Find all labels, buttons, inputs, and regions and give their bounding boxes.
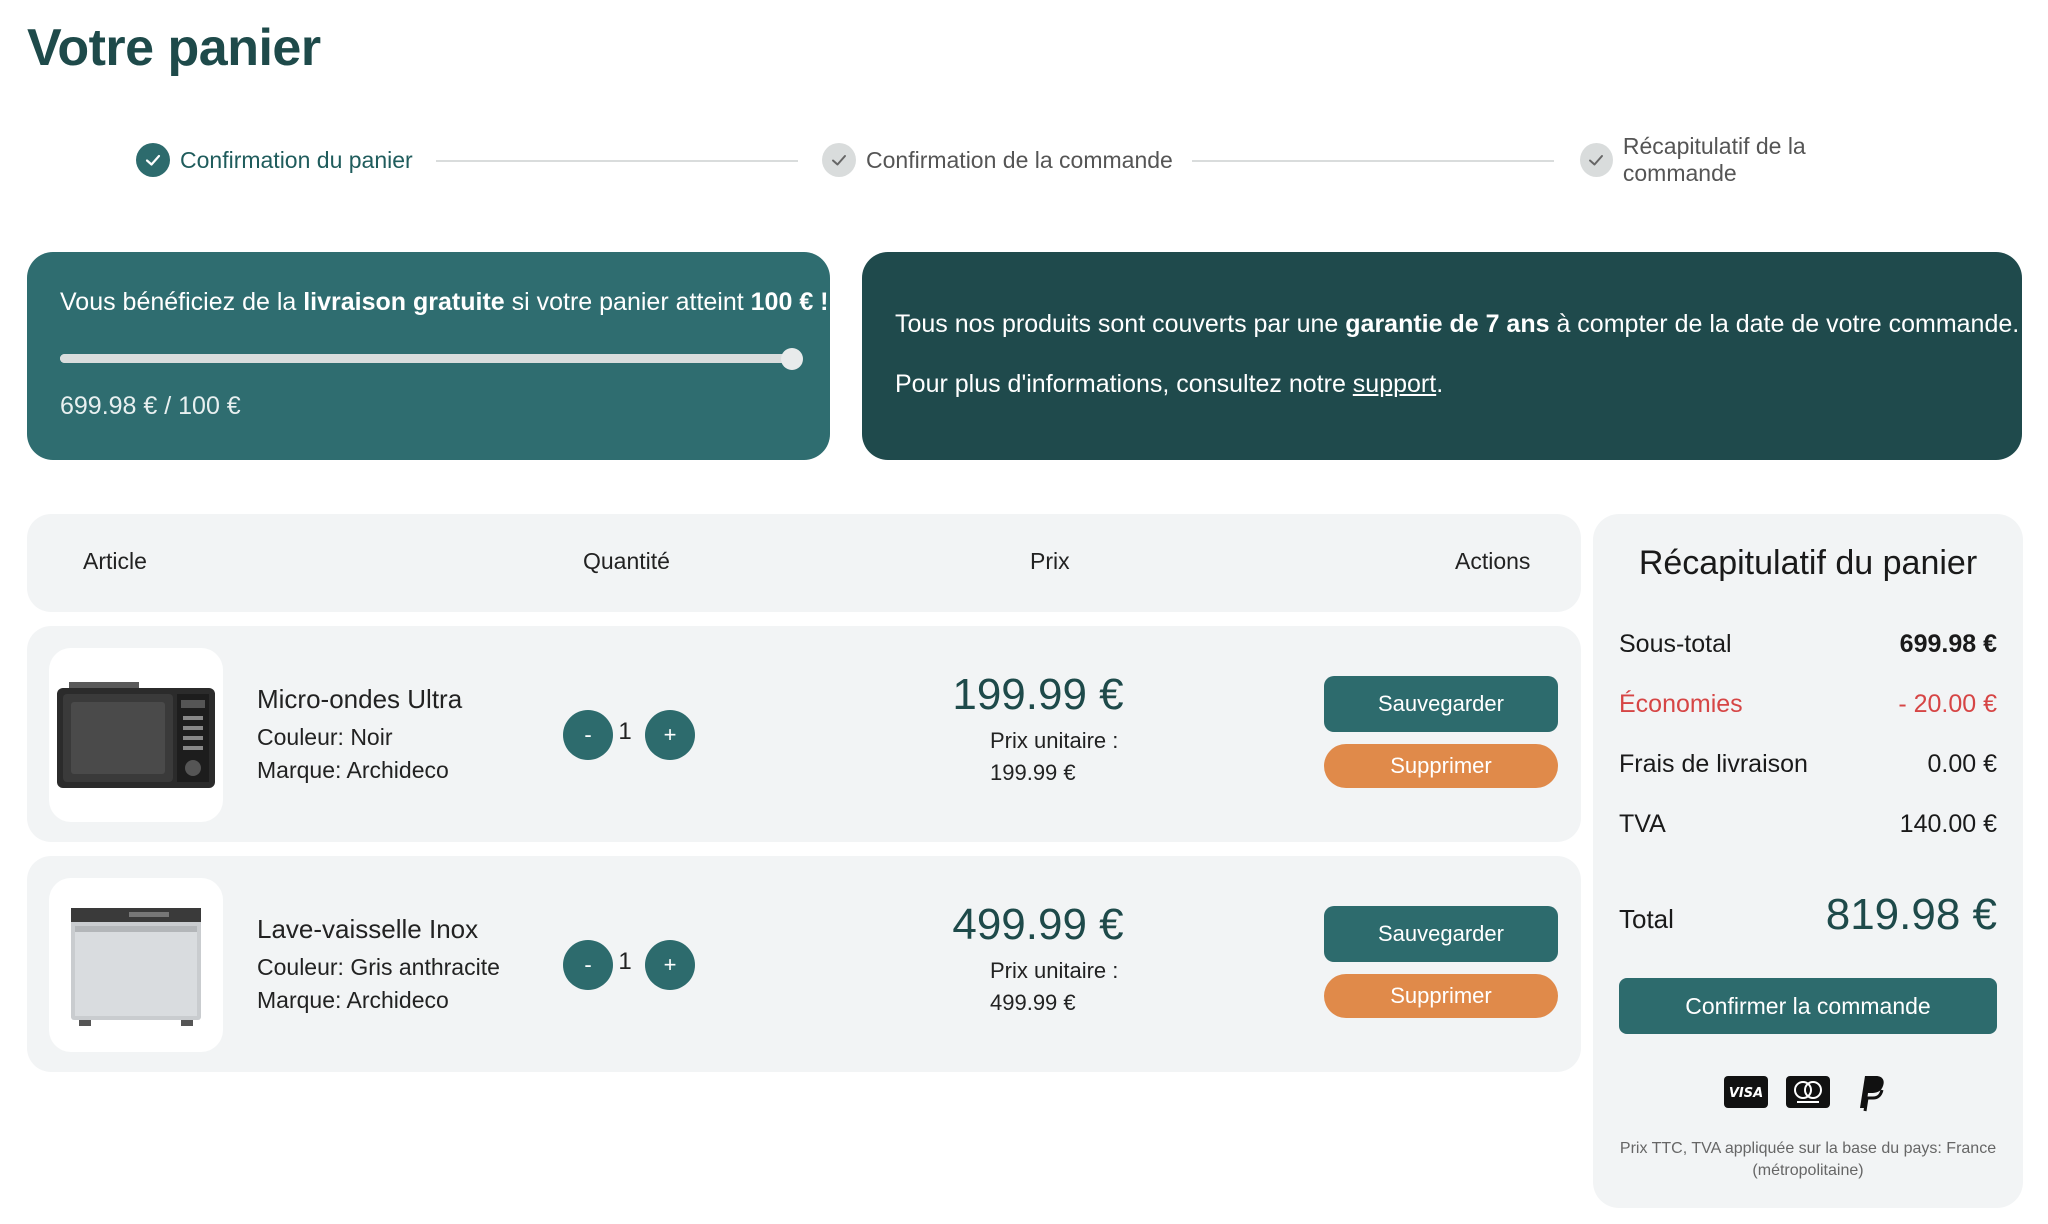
message-text: si votre panier atteint [504,288,751,316]
progress-knob [781,348,803,370]
warranty-message: Tous nos produits sont couverts par une … [895,310,2019,339]
summary-shipping: Frais de livraison 0.00 € [1619,750,1997,779]
savings-value: - 20.00 € [1898,690,1997,718]
payment-methods: VISA [1593,1074,2023,1112]
tax-note: Prix TTC, TVA appliquée sur la base du p… [1619,1140,1997,1179]
support-link[interactable]: support [1353,370,1436,398]
step-connector [436,160,798,162]
check-icon [1580,143,1613,177]
increase-quantity-button[interactable]: + [645,940,695,990]
message-text: à compter de la date de votre commande. [1549,310,2020,338]
product-brand: Marque: Archideco [257,757,449,783]
step-label: Confirmation du panier [180,146,413,173]
unit-price-label: Prix unitaire : [990,728,1119,753]
message-text: Pour plus d'informations, consultez notr… [895,370,1353,398]
product-name: Micro-ondes Ultra [257,684,463,714]
free-shipping-banner: Vous bénéficiez de la livraison gratuite… [27,252,830,460]
cart-row: Micro-ondes Ultra Couleur: Noir Marque: … [27,626,1581,842]
product-color: Couleur: Noir [257,724,393,750]
mastercard-icon [1785,1074,1831,1110]
message-text: . [1436,370,1444,398]
free-shipping-message: Vous bénéficiez de la livraison gratuite… [60,288,829,317]
dishwasher-image [49,878,223,1052]
quantity-value: 1 [618,948,632,975]
check-icon [136,143,170,177]
step-order-confirmation[interactable]: Confirmation de la commande [822,140,1173,180]
free-shipping-progress [60,348,803,370]
step-cart-confirmation[interactable]: Confirmation du panier [136,140,413,180]
quantity-value: 1 [618,718,632,745]
header-actions: Actions [1455,548,1531,574]
tax-value: 140.00 € [1899,810,1997,838]
tax-label: TVA [1619,810,1666,838]
subtotal-value: 699.98 € [1899,630,1997,658]
delete-button[interactable]: Supprimer [1324,744,1558,788]
step-connector [1192,160,1554,162]
cart-row: Lave-vaisselle Inox Couleur: Gris anthra… [27,856,1581,1072]
visa-icon: VISA [1723,1074,1769,1110]
message-bold: garantie de 7 ans [1345,310,1550,338]
line-price: 199.99 € [952,670,1124,719]
header-article: Article [83,548,147,574]
unit-price: 199.99 € [990,760,1076,785]
savings-label: Économies [1619,690,1743,718]
message-text: Vous bénéficiez de la [60,288,304,316]
message-text: Tous nos produits sont couverts par une [895,310,1346,338]
product-brand: Marque: Archideco [257,987,449,1013]
unit-price: 499.99 € [990,990,1076,1015]
warranty-banner: Tous nos produits sont couverts par une … [862,252,2022,460]
check-icon [822,143,856,177]
summary-subtotal: Sous-total 699.98 € [1619,630,1997,659]
save-button[interactable]: Sauvegarder [1324,906,1558,962]
summary-title: Récapitulatif du panier [1638,544,1978,582]
shipping-label: Frais de livraison [1619,750,1808,778]
message-bold: livraison gratuite [303,288,505,316]
free-shipping-amount: 699.98 € / 100 € [60,392,241,420]
total-value: 819.98 € [1825,890,1997,939]
summary-total: Total 819.98 € [1619,890,1997,939]
summary-tax: TVA 140.00 € [1619,810,1997,839]
message-threshold: 100 € ! [750,288,829,316]
product-name: Lave-vaisselle Inox [257,914,479,944]
step-order-summary[interactable]: Récapitulatif de la commande [1580,133,1916,186]
svg-text:VISA: VISA [1729,1086,1763,1101]
page-title: Votre panier [27,19,321,77]
product-color: Couleur: Gris anthracite [257,954,500,980]
delete-button[interactable]: Supprimer [1324,974,1558,1018]
header-quantity: Quantité [583,548,670,574]
checkout-stepper: Confirmation du panier Confirmation de l… [136,133,1916,186]
step-label: Confirmation de la commande [866,146,1173,173]
total-label: Total [1619,904,1674,934]
cart-table-header: Article Quantité Prix Actions [27,514,1581,612]
microwave-image [49,648,223,822]
support-message: Pour plus d'informations, consultez notr… [895,370,1443,399]
cart-summary: Récapitulatif du panier Sous-total 699.9… [1593,514,2023,1208]
line-price: 499.99 € [952,900,1124,949]
header-price: Prix [1030,548,1070,574]
step-label: Récapitulatif de la commande [1622,133,1806,186]
shipping-value: 0.00 € [1927,750,1997,778]
progress-fill [60,354,792,363]
subtotal-label: Sous-total [1619,630,1732,658]
save-button[interactable]: Sauvegarder [1324,676,1558,732]
unit-price-label: Prix unitaire : [990,958,1119,983]
increase-quantity-button[interactable]: + [645,710,695,760]
summary-savings: Économies - 20.00 € [1619,690,1997,719]
confirm-order-button[interactable]: Confirmer la commande [1619,978,1997,1034]
paypal-icon [1847,1074,1893,1112]
